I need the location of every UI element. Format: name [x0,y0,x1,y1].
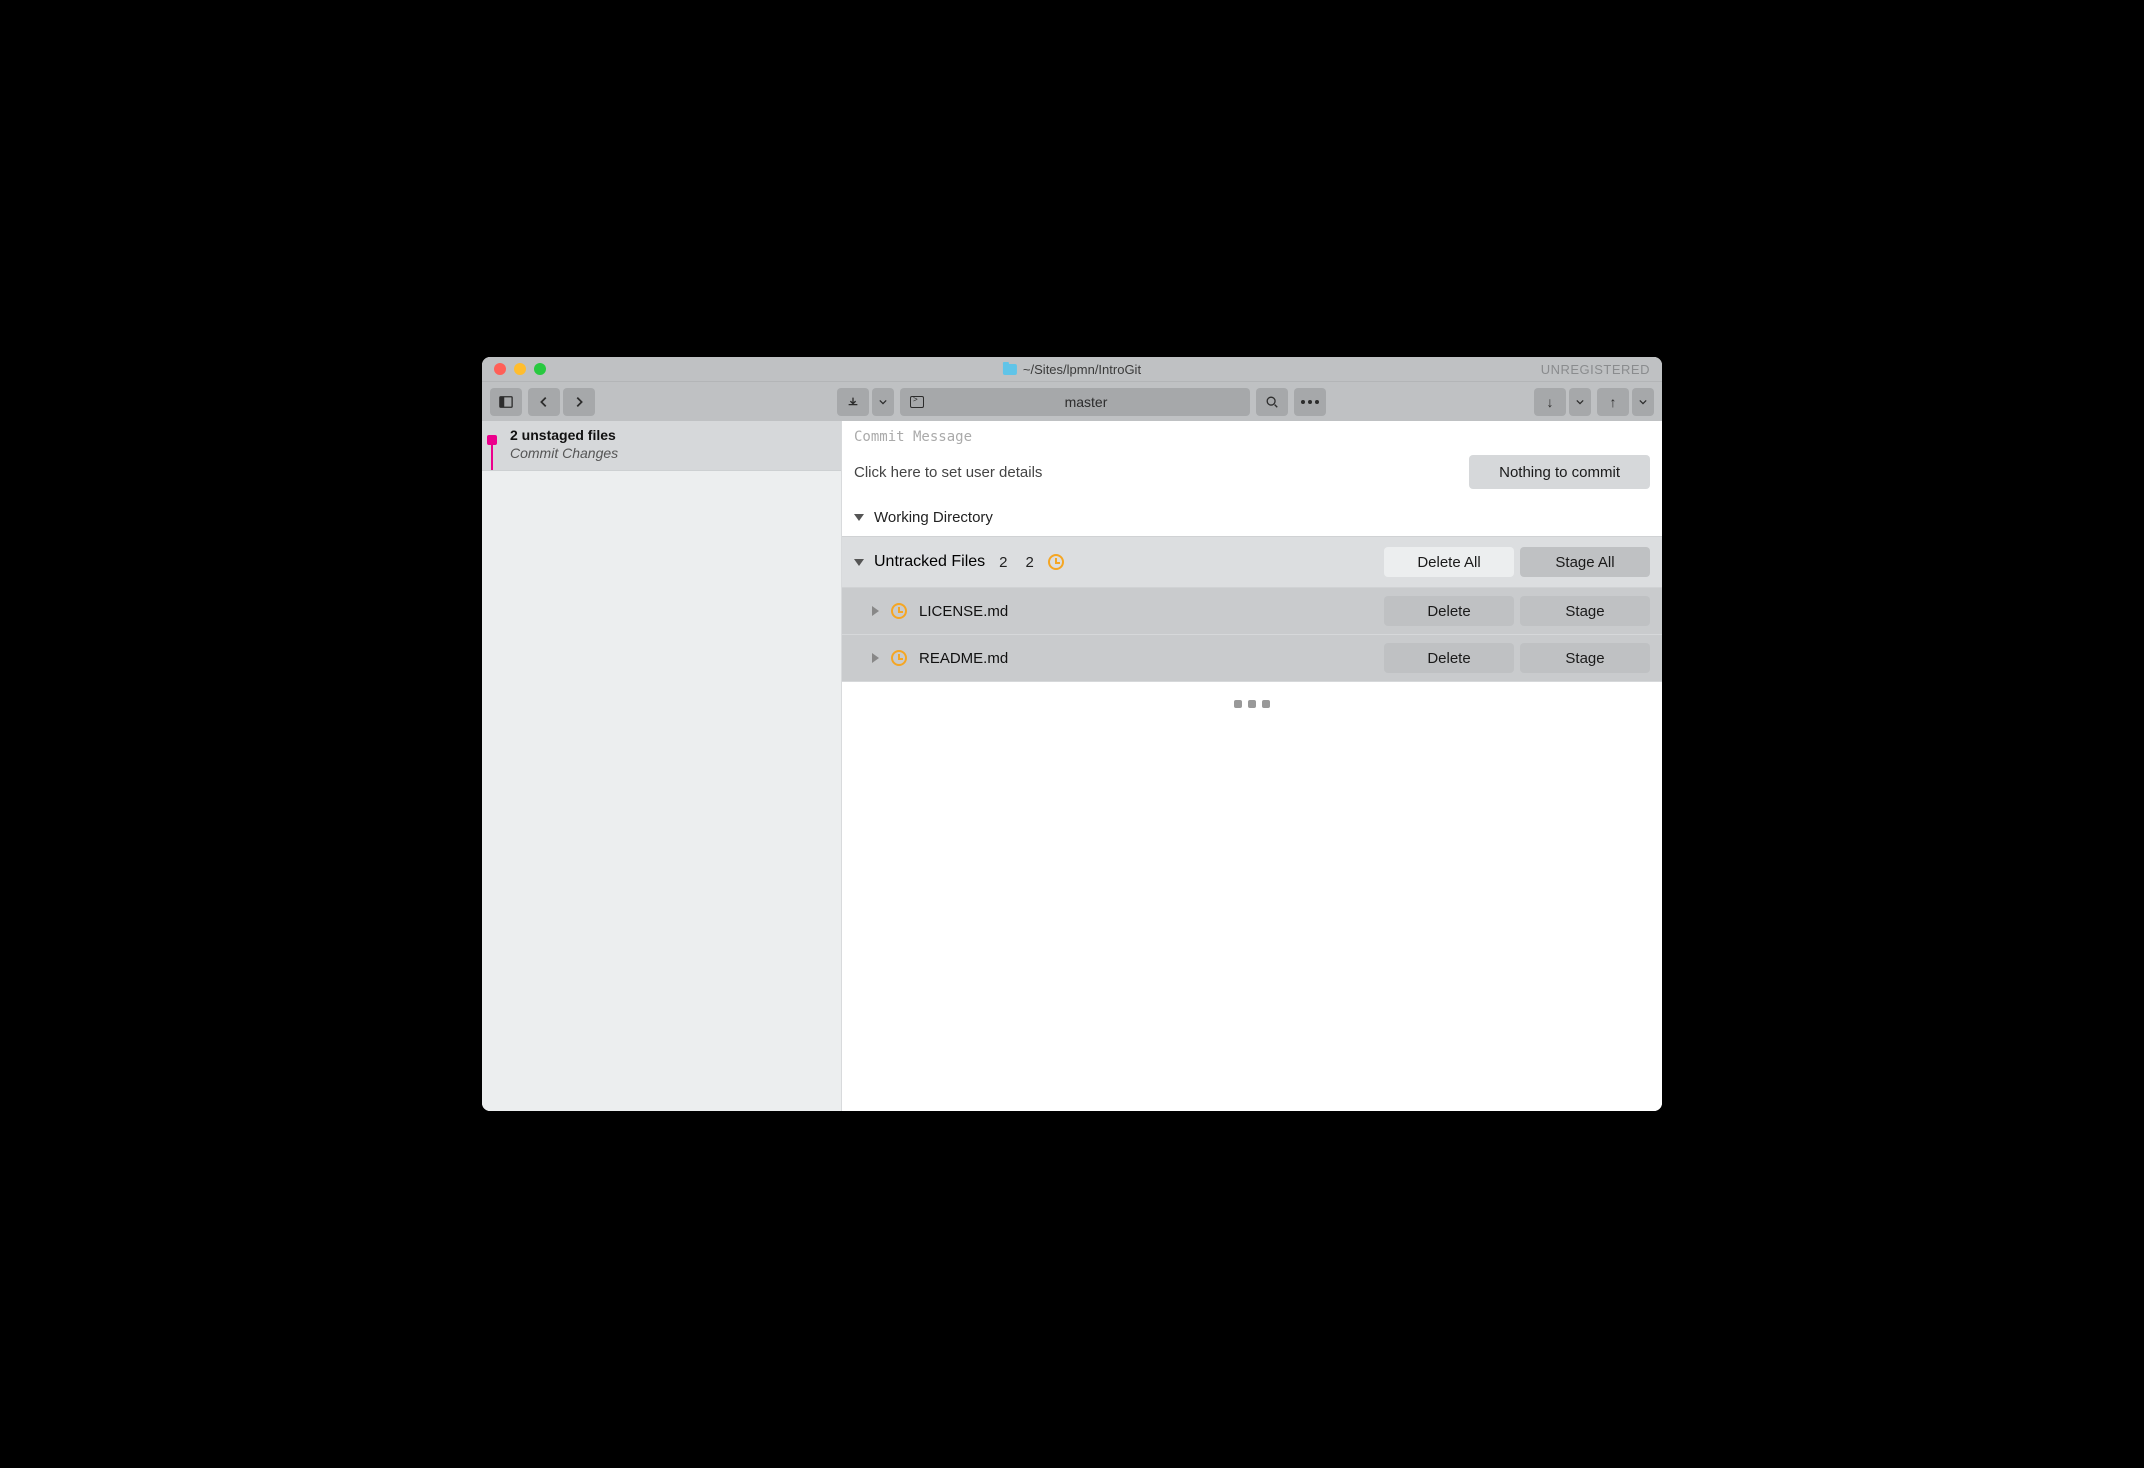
file-name: LICENSE.md [919,603,1008,620]
stash-icon [846,395,860,409]
disclosure-triangle-icon [872,653,879,663]
file-name: README.md [919,650,1008,667]
terminal-icon [910,396,924,408]
clock-icon [891,603,907,619]
folder-icon [1003,364,1017,375]
commit-graph [482,421,502,470]
delete-file-button[interactable]: Delete [1384,643,1514,673]
sidebar-commit-entry[interactable]: 2 unstaged files Commit Changes [482,421,841,471]
arrow-down-icon: ↓ [1547,395,1554,409]
stage-file-button[interactable]: Stage [1520,643,1650,673]
pull-menu-button[interactable] [1569,388,1591,416]
window-title: ~/Sites/lpmn/IntroGit [1003,362,1141,377]
file-row[interactable]: LICENSE.md Delete Stage [842,588,1662,635]
clock-icon [1048,554,1064,570]
content-area: 2 unstaged files Commit Changes Commit M… [482,421,1662,1111]
clock-icon [891,650,907,666]
commit-changes-label: Commit Changes [510,445,618,461]
loading-indicator [842,682,1662,726]
untracked-count: 2 [995,554,1011,571]
search-button[interactable] [1256,388,1288,416]
main-panel: Commit Message Click here to set user de… [842,421,1662,1111]
stash-menu-button[interactable] [872,388,894,416]
branch-name: master [932,394,1240,410]
arrow-up-icon: ↑ [1610,395,1617,409]
window-path: ~/Sites/lpmn/IntroGit [1023,362,1141,377]
untracked-files-header[interactable]: Untracked Files 2 2 Delete All Stage All [842,536,1662,588]
disclosure-triangle-icon [872,606,879,616]
commit-line [491,445,493,470]
untracked-count-2: 2 [1022,554,1038,571]
stash-button[interactable] [837,388,869,416]
delete-file-button[interactable]: Delete [1384,596,1514,626]
sidebar-icon [499,395,513,409]
unregistered-label: UNREGISTERED [1541,362,1650,377]
commit-button[interactable]: Nothing to commit [1469,455,1650,489]
disclosure-triangle-icon [854,514,864,521]
toolbar: master ↓ ↑ [482,381,1662,421]
commit-message-input[interactable]: Commit Message [842,421,1662,445]
stage-all-button[interactable]: Stage All [1520,547,1650,577]
working-directory-header[interactable]: Working Directory [842,499,1662,536]
more-icon [1301,400,1319,404]
window-minimize-button[interactable] [514,363,526,375]
pull-button[interactable]: ↓ [1534,388,1566,416]
unstaged-count-label: 2 unstaged files [510,427,618,443]
search-icon [1265,395,1279,409]
file-row[interactable]: README.md Delete Stage [842,635,1662,682]
window-close-button[interactable] [494,363,506,375]
push-button[interactable]: ↑ [1597,388,1629,416]
more-button[interactable] [1294,388,1326,416]
set-user-details-link[interactable]: Click here to set user details [854,464,1042,481]
delete-all-button[interactable]: Delete All [1384,547,1514,577]
chevron-down-icon [879,398,887,406]
stage-file-button[interactable]: Stage [1520,596,1650,626]
nav-forward-button[interactable] [563,388,595,416]
commit-node-icon [487,435,497,445]
chevron-right-icon [572,395,586,409]
chevron-down-icon [1639,398,1647,406]
sidebar: 2 unstaged files Commit Changes [482,421,842,1111]
app-window: ~/Sites/lpmn/IntroGit UNREGISTERED [482,357,1662,1111]
push-menu-button[interactable] [1632,388,1654,416]
disclosure-triangle-icon [854,559,864,566]
chevron-left-icon [537,395,551,409]
chevron-down-icon [1576,398,1584,406]
nav-back-button[interactable] [528,388,560,416]
toggle-sidebar-button[interactable] [490,388,522,416]
working-directory-label: Working Directory [874,509,993,526]
branch-field[interactable]: master [900,388,1250,416]
untracked-files-label: Untracked Files [874,553,985,571]
window-zoom-button[interactable] [534,363,546,375]
titlebar[interactable]: ~/Sites/lpmn/IntroGit UNREGISTERED [482,357,1662,381]
